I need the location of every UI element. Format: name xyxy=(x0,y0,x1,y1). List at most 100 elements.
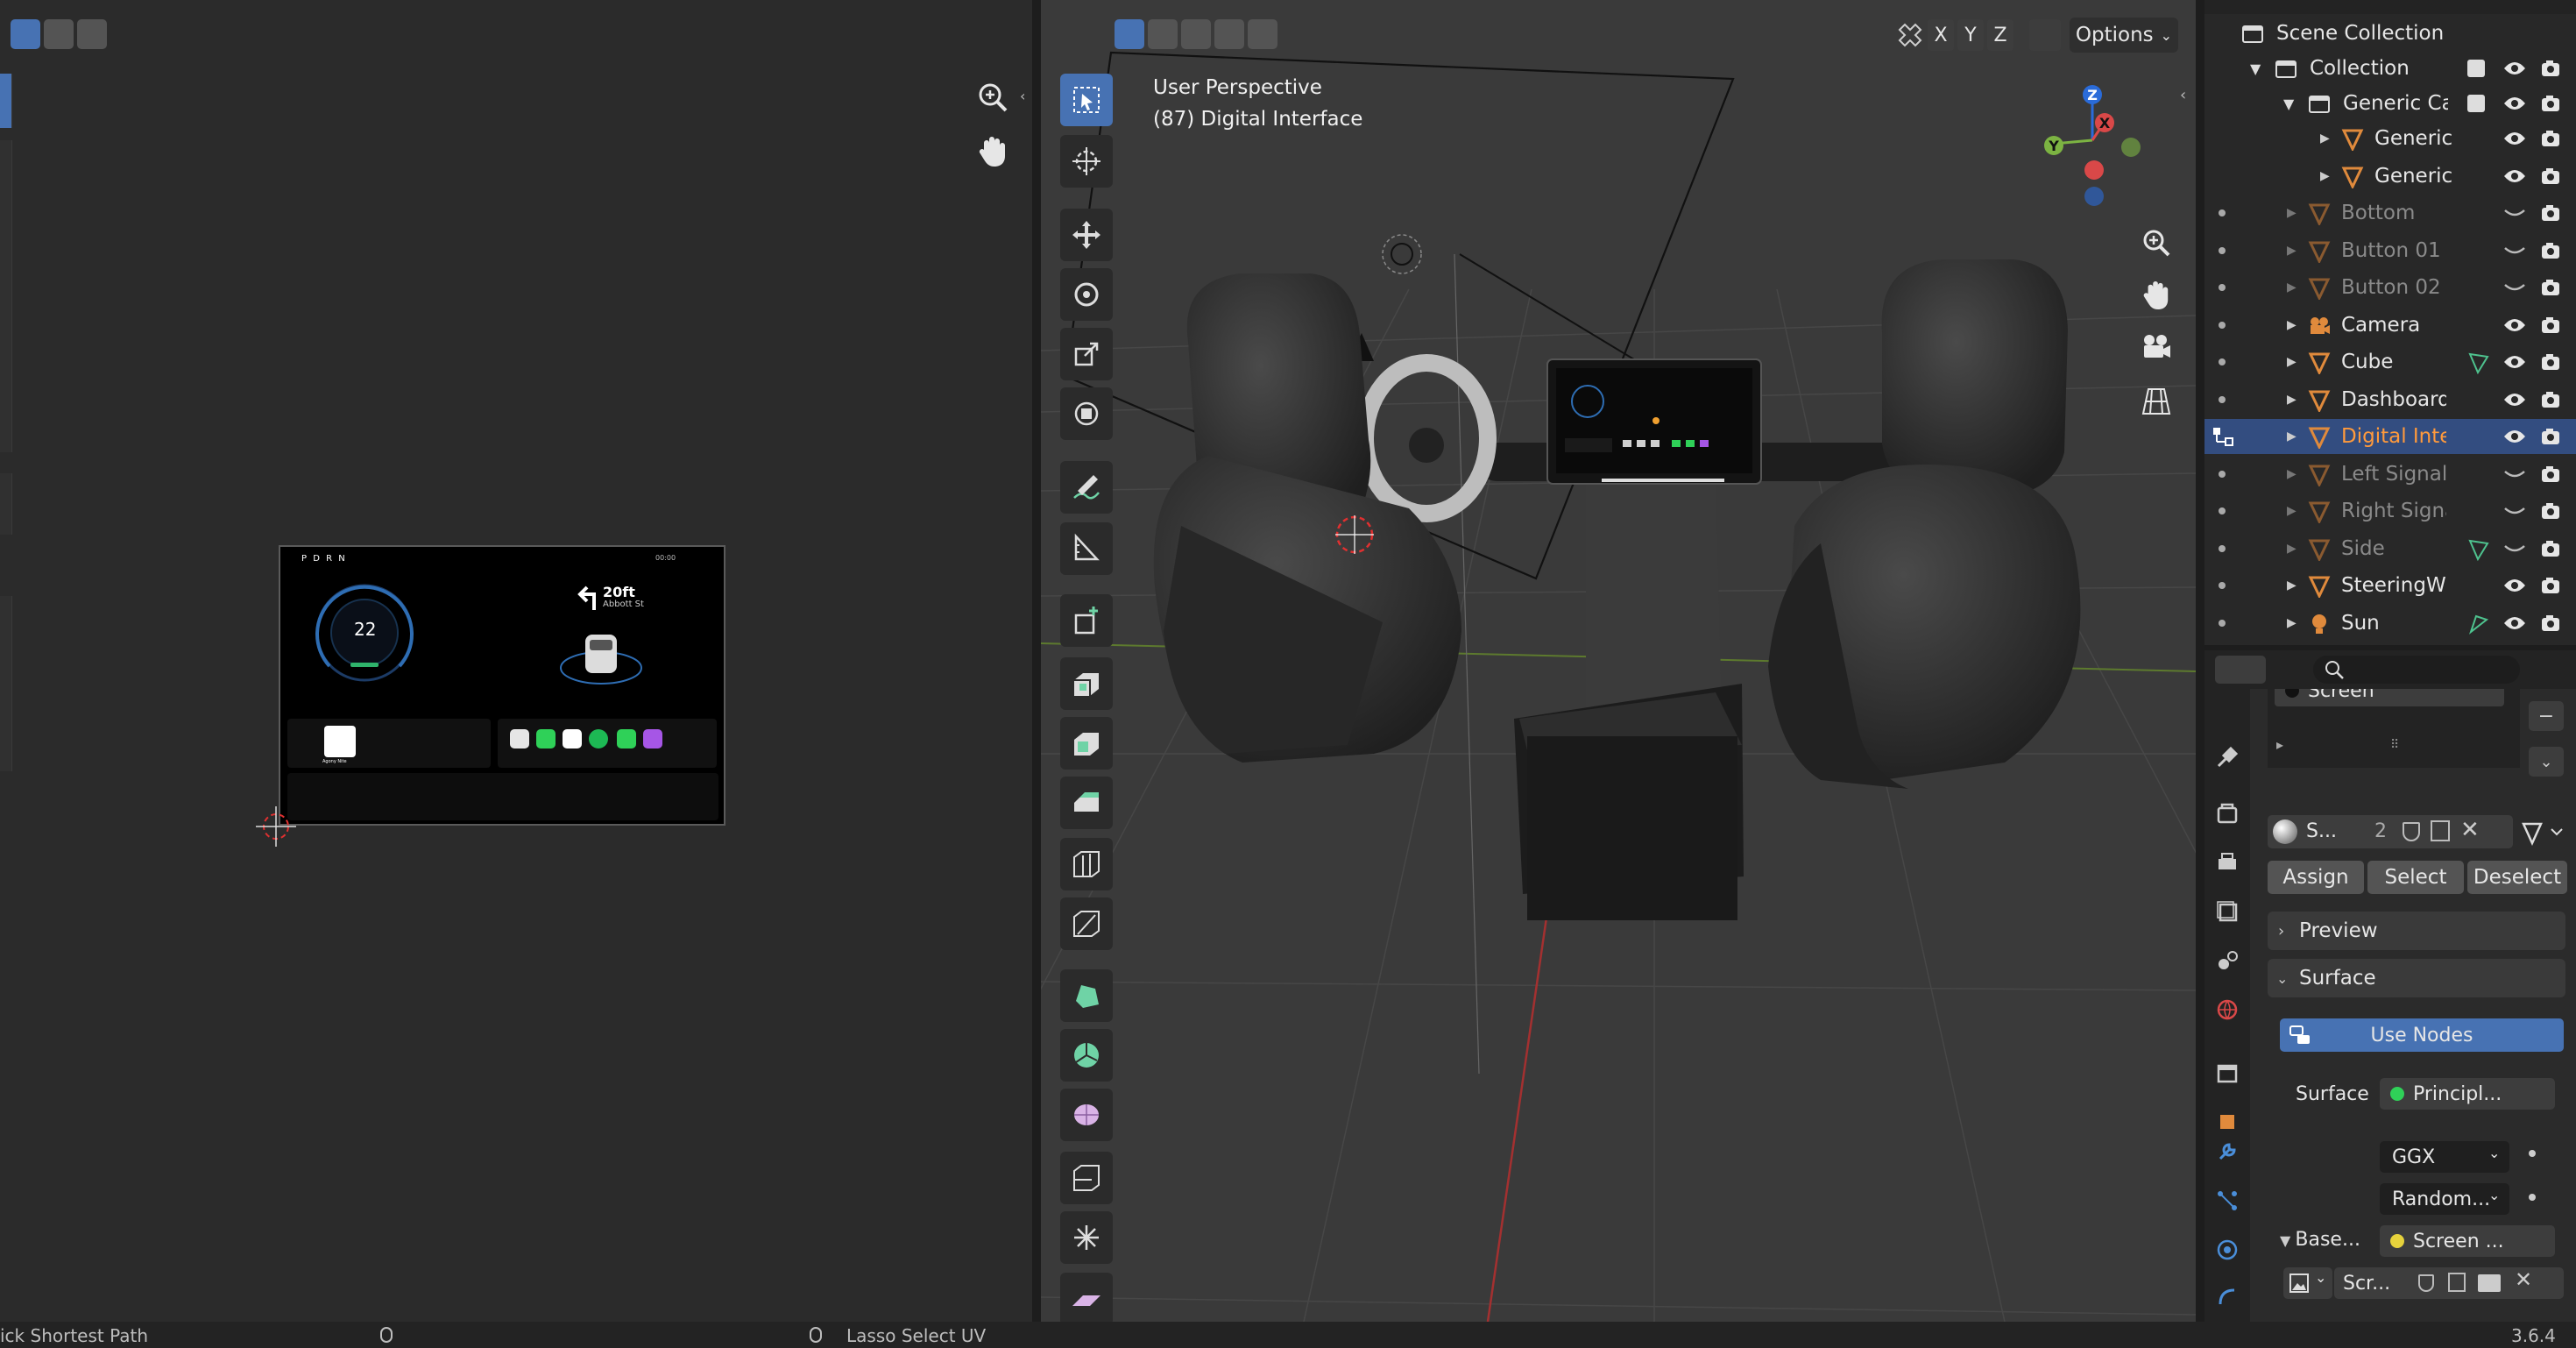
loop-cut-tool[interactable] xyxy=(1060,838,1113,890)
render-camera-icon[interactable] xyxy=(2539,202,2562,223)
select-extend-button[interactable] xyxy=(1148,19,1178,49)
image-browse-button[interactable]: ⌄ xyxy=(2283,1267,2332,1299)
render-camera-icon[interactable] xyxy=(2539,575,2562,596)
material-slot-list[interactable]: Screen ▸ ⠿ xyxy=(2268,689,2520,768)
remove-slot-button[interactable]: − xyxy=(2529,701,2564,731)
shear-tool[interactable] xyxy=(1060,1273,1113,1322)
hidden-eye-icon[interactable] xyxy=(2502,501,2527,521)
preview-panel-header[interactable]: › Preview xyxy=(2268,912,2565,950)
annotate-tool[interactable] xyxy=(1060,461,1113,514)
select-subtract-button[interactable] xyxy=(1181,19,1211,49)
outliner-row-generic-a[interactable]: ▶ Generic xyxy=(2204,121,2576,156)
outliner-row-button-02[interactable]: ▶ Button 02 xyxy=(2204,270,2576,305)
render-camera-icon[interactable] xyxy=(2539,58,2562,79)
bevel-tool[interactable] xyxy=(1060,777,1113,829)
image-tab[interactable] xyxy=(0,473,12,535)
outliner-row-steeringwheel[interactable]: ▶ SteeringWheel xyxy=(2204,568,2576,603)
outliner-row-cube[interactable]: ▶ Cube xyxy=(2204,344,2576,380)
render-camera-icon[interactable] xyxy=(2539,166,2562,187)
expand-arrow-icon[interactable]: ▶ xyxy=(2287,206,2296,220)
measure-tool[interactable] xyxy=(1060,522,1113,575)
visibility-eye-icon[interactable] xyxy=(2502,316,2527,335)
edit-mode-dot[interactable] xyxy=(2219,284,2226,291)
3d-viewport[interactable]: X Y Z Options ⌄ User Perspective (87) Di… xyxy=(1041,0,2196,1322)
image-datablock[interactable]: ⌄ Scr... ✕ xyxy=(2283,1267,2564,1301)
select-intersect-button[interactable] xyxy=(1248,19,1277,49)
expand-arrow-icon[interactable]: ▶ xyxy=(2287,578,2296,592)
expand-arrow-icon[interactable]: ▶ xyxy=(2287,393,2296,407)
select-invert-button[interactable] xyxy=(1214,19,1244,49)
surface-panel-header[interactable]: ⌄ Surface xyxy=(2268,959,2565,997)
unlink-x-icon[interactable]: ✕ xyxy=(2460,817,2480,843)
properties-editor[interactable]: Screen ▸ ⠿ − ⌄ S... 2 ✕ Assign Select De… xyxy=(2204,650,2576,1322)
add-cube-tool[interactable] xyxy=(1060,594,1113,647)
outliner-row-left-signal[interactable]: ▶ Left Signal xyxy=(2204,457,2576,492)
visibility-eye-icon[interactable] xyxy=(2502,94,2527,113)
expand-arrow-icon[interactable]: ▸ xyxy=(2276,736,2283,753)
edit-mode-dot[interactable] xyxy=(2219,507,2226,514)
auto-merge-icon[interactable] xyxy=(2029,19,2061,51)
hidden-eye-icon[interactable] xyxy=(2502,241,2527,260)
render-camera-icon[interactable] xyxy=(2539,277,2562,298)
visibility-eye-icon[interactable] xyxy=(2502,614,2527,633)
edit-mode-dot[interactable] xyxy=(2219,246,2226,254)
visibility-eye-icon[interactable] xyxy=(2502,576,2527,595)
outliner-row-scene-collection[interactable]: Scene Collection xyxy=(2204,16,2576,51)
use-nodes-button[interactable]: Use Nodes xyxy=(2280,1018,2564,1052)
outliner-row-sun[interactable]: ▶ Sun xyxy=(2204,606,2576,641)
vertex-group-icon[interactable] xyxy=(2467,538,2490,561)
outliner-row-dashboard[interactable]: ▶ Dashboard xyxy=(2204,382,2576,417)
world-tab-icon[interactable] xyxy=(2212,994,2243,1025)
image-name-field[interactable]: Scr... ✕ xyxy=(2334,1267,2564,1299)
pan-view-hand-icon[interactable] xyxy=(2134,273,2178,317)
render-camera-icon[interactable] xyxy=(2539,389,2562,410)
expand-arrow-icon[interactable]: ▼ xyxy=(2283,96,2294,112)
expand-arrow-icon[interactable]: ▶ xyxy=(2287,467,2296,481)
render-camera-icon[interactable] xyxy=(2539,240,2562,261)
uv-editor[interactable]: ‹ P D R N 00:00 22 20ft Abbott St Agony … xyxy=(0,0,1032,1322)
surface-shader-field[interactable]: Principl... xyxy=(2380,1078,2555,1110)
scene-tab-icon[interactable] xyxy=(2212,945,2243,976)
visibility-eye-icon[interactable] xyxy=(2502,390,2527,409)
edit-mode-dot[interactable] xyxy=(2219,358,2226,365)
mirror-x-button[interactable]: X xyxy=(1928,19,1954,51)
expand-arrow-icon[interactable]: ▶ xyxy=(2320,131,2330,145)
expand-arrow-icon[interactable]: ▶ xyxy=(2287,616,2296,630)
render-camera-icon[interactable] xyxy=(2539,613,2562,634)
edit-mode-dot[interactable] xyxy=(2219,582,2226,589)
subsurface-method-dropdown[interactable]: Random... ⌄ xyxy=(2380,1183,2509,1215)
smooth-tool[interactable] xyxy=(1060,1089,1113,1141)
visibility-eye-icon[interactable] xyxy=(2502,129,2527,148)
collection-tab-icon[interactable] xyxy=(2212,1057,2243,1089)
hidden-eye-icon[interactable] xyxy=(2502,539,2527,558)
ortho-grid-icon[interactable] xyxy=(2134,379,2178,422)
select-new-button[interactable] xyxy=(1115,19,1144,49)
base-color-field[interactable]: Screen ... xyxy=(2380,1225,2555,1257)
outliner[interactable]: Scene Collection ▼ Collection ▼ Generic … xyxy=(2204,0,2576,645)
visibility-eye-icon[interactable] xyxy=(2502,167,2527,186)
outliner-row-camera[interactable]: ▶ Camera xyxy=(2204,308,2576,343)
zoom-icon[interactable] xyxy=(971,75,1015,119)
render-camera-icon[interactable] xyxy=(2539,315,2562,336)
light-data-icon[interactable] xyxy=(2467,613,2490,635)
edit-mode-dot[interactable] xyxy=(2219,470,2226,478)
particles-tab-icon[interactable] xyxy=(2212,1185,2243,1217)
view-tab[interactable] xyxy=(0,207,12,452)
transform-tool[interactable] xyxy=(1060,387,1113,440)
outliner-row-generic-car[interactable]: ▼ Generic Car xyxy=(2204,86,2576,121)
physics-tab-icon[interactable] xyxy=(2212,1234,2243,1266)
edit-mode-dot[interactable] xyxy=(2219,619,2226,627)
zoom-view-icon[interactable] xyxy=(2134,221,2178,265)
resize-grip-icon[interactable]: ⠿ xyxy=(2390,738,2399,752)
visibility-eye-icon[interactable] xyxy=(2502,352,2527,372)
keyframe-dot[interactable] xyxy=(2529,1194,2536,1201)
material-slot-item[interactable]: Screen xyxy=(2275,689,2504,706)
object-tab-icon[interactable] xyxy=(2212,1106,2243,1138)
mirror-y-button[interactable]: Y xyxy=(1957,19,1984,51)
render-camera-icon[interactable] xyxy=(2539,538,2562,559)
spin-tool[interactable] xyxy=(1060,1029,1113,1082)
output-tab-icon[interactable] xyxy=(2212,847,2243,878)
select-mode-vertex-button[interactable] xyxy=(11,19,40,49)
modifier-tab-icon[interactable] xyxy=(2212,1136,2243,1167)
visibility-eye-icon[interactable] xyxy=(2502,59,2527,78)
